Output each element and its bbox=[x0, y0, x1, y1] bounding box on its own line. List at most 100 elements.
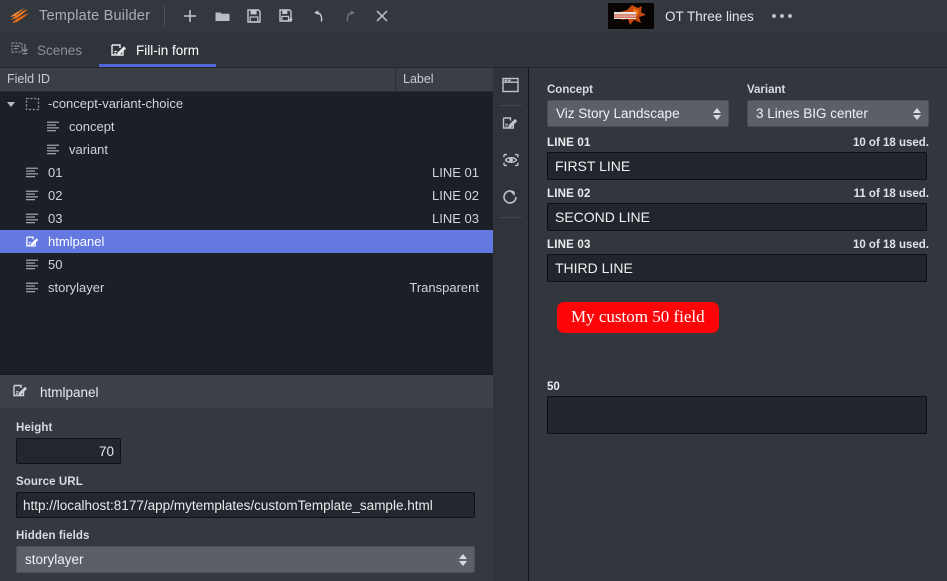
new-button[interactable] bbox=[175, 3, 205, 29]
tree-row-concept-variant-choice[interactable]: -concept-variant-choice bbox=[0, 92, 493, 115]
redo-button[interactable] bbox=[335, 3, 365, 29]
height-input[interactable] bbox=[16, 438, 121, 464]
field-line-02: LINE 02 11 of 18 used. bbox=[547, 188, 929, 231]
column-header-label[interactable]: Label bbox=[396, 68, 493, 91]
tree-row-htmlpanel[interactable]: htmlpanel bbox=[0, 230, 493, 253]
fillin-form-icon bbox=[110, 41, 128, 59]
template-thumbnail bbox=[608, 3, 654, 29]
html-panel-icon bbox=[12, 382, 30, 402]
tree-row-label-column: LINE 03 bbox=[432, 211, 479, 226]
viz-flame-logo-icon bbox=[9, 7, 31, 25]
tab-scenes[interactable]: Scenes bbox=[0, 33, 99, 67]
group-dashed-icon bbox=[22, 97, 43, 111]
tree-row-label: 50 bbox=[48, 257, 62, 272]
variant-label: Variant bbox=[747, 84, 929, 96]
concept-variant-row: Concept Viz Story Landscape Variant 3 Li… bbox=[547, 84, 929, 127]
chevron-updown-icon bbox=[713, 108, 721, 120]
refresh-icon bbox=[501, 188, 520, 209]
save-button[interactable] bbox=[239, 3, 269, 29]
text-field-icon bbox=[22, 166, 43, 179]
source-url-label: Source URL bbox=[16, 476, 477, 488]
left-column: Field ID Label -concept-variant-choice bbox=[0, 68, 493, 581]
tree-row-label: htmlpanel bbox=[48, 234, 104, 249]
field-line-01: LINE 01 10 of 18 used. bbox=[547, 137, 929, 180]
variant-group: Variant 3 Lines BIG center bbox=[747, 84, 929, 127]
refresh-button[interactable] bbox=[493, 180, 528, 217]
html-panel-icon bbox=[22, 234, 43, 249]
edit-button[interactable] bbox=[493, 106, 528, 143]
line-02-counter: 11 of 18 used. bbox=[854, 188, 929, 200]
text-field-icon bbox=[22, 212, 43, 225]
window-panel-icon bbox=[501, 76, 520, 97]
tree-row-label: 03 bbox=[48, 211, 62, 226]
tree-row-label: -concept-variant-choice bbox=[48, 96, 183, 111]
scenes-icon bbox=[11, 41, 29, 59]
text-field-icon bbox=[22, 189, 43, 202]
line-02-label: LINE 02 bbox=[547, 188, 591, 200]
height-label: Height bbox=[16, 422, 477, 434]
hidden-fields-select[interactable]: storylayer bbox=[16, 546, 475, 573]
tree-row-label: storylayer bbox=[48, 280, 104, 295]
line-01-counter: 10 of 18 used. bbox=[853, 137, 929, 149]
custom-html-panel[interactable]: My custom 50 field bbox=[557, 302, 719, 333]
tree-row-variant[interactable]: variant bbox=[0, 138, 493, 161]
undo-button[interactable] bbox=[303, 3, 333, 29]
tree-row-50[interactable]: 50 bbox=[0, 253, 493, 276]
tree-row-03[interactable]: 03 LINE 03 bbox=[0, 207, 493, 230]
close-button[interactable] bbox=[367, 3, 397, 29]
app-brand: Template Builder bbox=[0, 7, 150, 25]
hidden-fields-value: storylayer bbox=[25, 552, 84, 567]
concept-value: Viz Story Landscape bbox=[556, 106, 680, 121]
open-button[interactable] bbox=[207, 3, 237, 29]
tree-row-label-column: Transparent bbox=[409, 280, 479, 295]
more-dots-icon[interactable] bbox=[772, 14, 792, 18]
tree-row-01[interactable]: 01 LINE 01 bbox=[0, 161, 493, 184]
field-50-input[interactable] bbox=[547, 396, 927, 434]
column-header-field-id[interactable]: Field ID bbox=[0, 68, 396, 91]
edit-pencil-icon bbox=[501, 114, 520, 135]
expand-triangle-icon[interactable] bbox=[0, 99, 22, 109]
field-50: 50 bbox=[547, 381, 929, 434]
tree-row-label-column: LINE 01 bbox=[432, 165, 479, 180]
tab-scenes-label: Scenes bbox=[37, 43, 82, 58]
line-01-label: LINE 01 bbox=[547, 137, 591, 149]
panel-layout-button[interactable] bbox=[493, 68, 528, 105]
line-03-label: LINE 03 bbox=[547, 239, 591, 251]
variant-select[interactable]: 3 Lines BIG center bbox=[747, 100, 929, 127]
tree-row-label: 02 bbox=[48, 188, 62, 203]
text-field-icon bbox=[43, 143, 64, 156]
tree-row-label-column: LINE 02 bbox=[432, 188, 479, 203]
template-builder-window: Template Builder bbox=[0, 0, 947, 581]
line-02-input[interactable] bbox=[547, 203, 927, 231]
tree-row-02[interactable]: 02 LINE 02 bbox=[0, 184, 493, 207]
field-50-label: 50 bbox=[547, 381, 929, 393]
rail-divider bbox=[499, 217, 522, 218]
text-field-icon bbox=[43, 120, 64, 133]
source-url-input[interactable] bbox=[16, 492, 475, 518]
document-info: OT Three lines bbox=[608, 0, 792, 32]
document-name: OT Three lines bbox=[665, 9, 754, 24]
tab-fillin-form[interactable]: Fill-in form bbox=[99, 33, 216, 67]
save-as-button[interactable] bbox=[271, 3, 301, 29]
tab-fillin-form-label: Fill-in form bbox=[136, 43, 199, 58]
text-field-icon bbox=[22, 258, 43, 271]
toolbar-buttons bbox=[175, 3, 397, 29]
tree-row-label: concept bbox=[69, 119, 115, 134]
field-tree: -concept-variant-choice concept bbox=[0, 92, 493, 374]
line-03-input[interactable] bbox=[547, 254, 927, 282]
tree-row-concept[interactable]: concept bbox=[0, 115, 493, 138]
properties-title: htmlpanel bbox=[40, 385, 99, 400]
properties-header: htmlpanel bbox=[0, 374, 493, 410]
chevron-updown-icon bbox=[913, 108, 921, 120]
concept-select[interactable]: Viz Story Landscape bbox=[547, 100, 729, 127]
tree-row-storylayer[interactable]: storylayer Transparent bbox=[0, 276, 493, 299]
line-01-input[interactable] bbox=[547, 152, 927, 180]
tree-row-label: 01 bbox=[48, 165, 62, 180]
concept-group: Concept Viz Story Landscape bbox=[547, 84, 729, 127]
text-field-icon bbox=[22, 281, 43, 294]
title-bar: Template Builder bbox=[0, 0, 947, 33]
properties-body: Height Source URL Hidden fields storylay… bbox=[0, 408, 493, 581]
tool-rail bbox=[493, 68, 529, 581]
preview-button[interactable] bbox=[493, 143, 528, 180]
fillin-form-pane: Concept Viz Story Landscape Variant 3 Li… bbox=[529, 68, 947, 581]
